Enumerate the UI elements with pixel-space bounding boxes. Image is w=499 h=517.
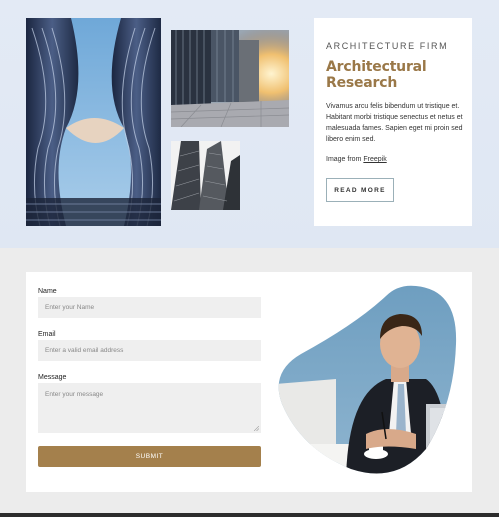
office-buildings-graphic xyxy=(171,30,289,127)
card-title: Architectural Research xyxy=(326,59,427,91)
name-input[interactable]: Enter your Name xyxy=(38,297,261,318)
info-card: ARCHITECTURE FIRM Architectural Research… xyxy=(314,18,472,226)
email-placeholder: Enter a valid email address xyxy=(45,347,124,354)
card-eyebrow: ARCHITECTURE FIRM xyxy=(326,41,449,51)
image-credit-prefix: Image from xyxy=(326,156,364,163)
name-placeholder: Enter your Name xyxy=(45,304,95,311)
curved-tower-photo xyxy=(26,18,161,226)
curved-tower-graphic xyxy=(26,18,161,226)
email-input[interactable]: Enter a valid email address xyxy=(38,340,261,361)
businessman-portrait-photo xyxy=(278,285,457,474)
bottom-divider xyxy=(0,513,499,517)
skyscrapers-graphic xyxy=(171,141,240,210)
resize-grip-icon[interactable] xyxy=(254,426,259,431)
skyscrapers-upward-photo xyxy=(171,141,240,210)
name-label: Name xyxy=(38,288,57,295)
contact-section: Name Enter your Name Email Enter a valid… xyxy=(26,272,472,492)
submit-button[interactable]: SUBMIT xyxy=(38,446,261,467)
freepik-link[interactable]: Freepik xyxy=(363,156,386,163)
message-textarea[interactable]: Enter your message xyxy=(38,383,261,433)
card-body-text: Vivamus arcu felis bibendum ut tristique… xyxy=(326,103,463,143)
message-placeholder: Enter your message xyxy=(45,391,104,398)
read-more-button[interactable]: READ MORE xyxy=(326,178,394,202)
message-label: Message xyxy=(38,374,67,381)
image-credit: Image from Freepik xyxy=(326,156,387,163)
office-buildings-sunset-photo xyxy=(171,30,289,127)
hero-section: ARCHITECTURE FIRM Architectural Research… xyxy=(0,0,499,248)
email-label: Email xyxy=(38,331,56,338)
